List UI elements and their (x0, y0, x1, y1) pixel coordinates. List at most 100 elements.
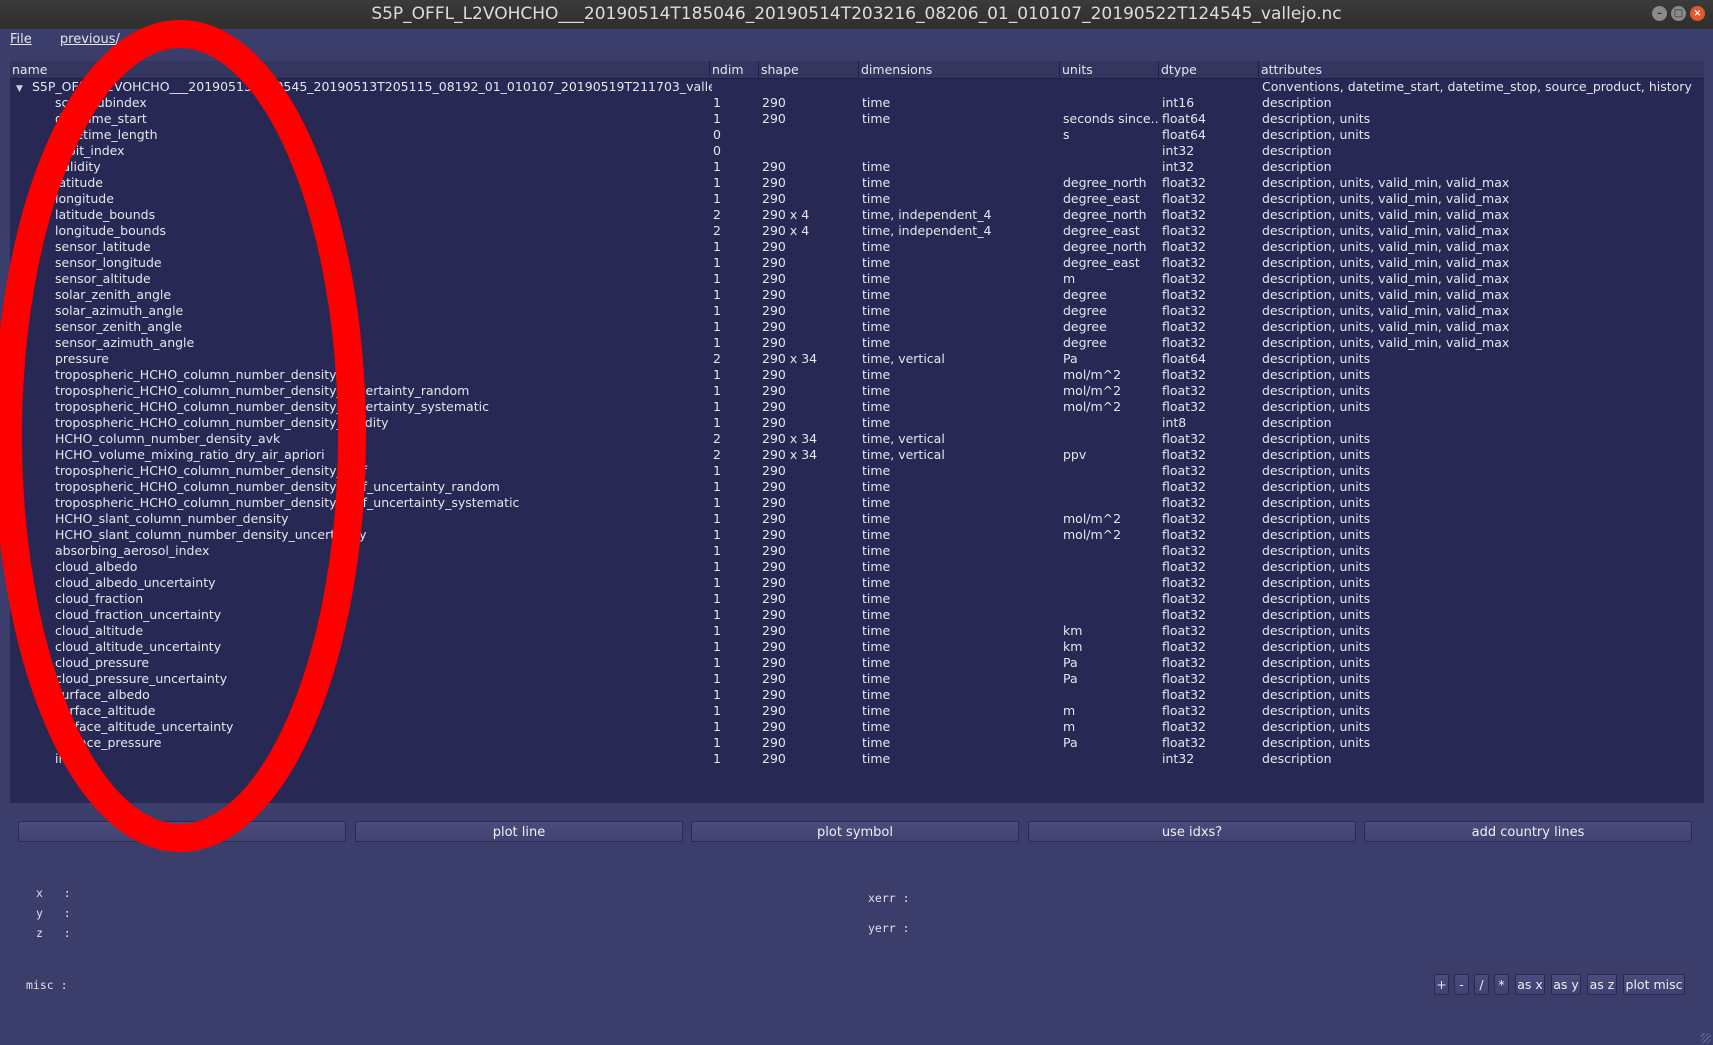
variable-ndim: 1 (713, 95, 721, 110)
table-row[interactable]: longitude 1 290 time degree_east float32 descr… (10, 191, 1704, 207)
variable-attributes: description, units, valid_min, valid_max (1262, 319, 1510, 334)
table-row[interactable]: HCHO_slant_column_number_density 1 290 time… (10, 511, 1704, 527)
variable-dtype: float32 (1162, 191, 1206, 206)
plot-misc-button[interactable]: plot misc (1623, 974, 1685, 995)
use-idxs-button[interactable]: use idxs? (1028, 821, 1356, 842)
table-row[interactable]: surface_pressure 1 290 time Pa float32 descrip… (10, 735, 1704, 751)
variable-dtype: int32 (1162, 751, 1195, 766)
table-row[interactable]: sensor_longitude 1 290 time degree_east float… (10, 255, 1704, 271)
table-row[interactable]: sensor_zenith_angle 1 290 time degree float32… (10, 319, 1704, 335)
as-x-button[interactable]: as x (1515, 974, 1545, 995)
table-row[interactable]: latitude_bounds 2 290 x 4 time, independent… (10, 207, 1704, 223)
table-row[interactable]: cloud_albedo 1 290 time float32 description, … (10, 559, 1704, 575)
resize-grip-icon[interactable] (1701, 1033, 1711, 1043)
header-ndim[interactable]: ndim (710, 61, 759, 78)
header-units[interactable]: units (1060, 61, 1159, 78)
header-attributes[interactable]: attributes (1259, 61, 1704, 78)
table-row[interactable]: tropospheric_HCHO_column_number_density_… (10, 463, 1704, 479)
close-icon[interactable]: × (1690, 6, 1705, 21)
variable-dtype: float32 (1162, 319, 1206, 334)
table-row[interactable]: absorbing_aerosol_index 1 290 time float32 de… (10, 543, 1704, 559)
variable-dimensions: time (862, 751, 891, 766)
table-row[interactable]: cloud_fraction_uncertainty 1 290 time float3… (10, 607, 1704, 623)
variable-tree[interactable]: name ndim shape dimensions units dtype a… (10, 61, 1704, 803)
table-row[interactable]: tropospheric_HCHO_column_number_density 1… (10, 367, 1704, 383)
variable-name: sensor_zenith_angle (55, 319, 183, 334)
maximize-icon[interactable]: □ (1671, 6, 1686, 21)
hold-button[interactable]: hold (18, 821, 346, 842)
table-row[interactable]: sensor_latitude 1 290 time degree_north float… (10, 239, 1704, 255)
variable-shape: 290 x 34 (762, 351, 818, 366)
variable-attributes: description, units (1262, 575, 1371, 590)
variable-attributes: description, units (1262, 511, 1371, 526)
table-row[interactable]: datetime_start 1 290 time seconds since… floa… (10, 111, 1704, 127)
header-dimensions[interactable]: dimensions (859, 61, 1060, 78)
variable-name: tropospheric_HCHO_column_number_density_… (55, 399, 489, 414)
variable-attributes: description, units (1262, 719, 1371, 734)
variable-shape: 290 (762, 95, 786, 110)
table-row[interactable]: tropospheric_HCHO_column_number_density_… (10, 479, 1704, 495)
variable-name: HCHO_slant_column_number_density (55, 511, 289, 526)
table-row[interactable]: latitude 1 290 time degree_north float32 descr… (10, 175, 1704, 191)
table-row[interactable]: surface_albedo 1 290 time float32 description… (10, 687, 1704, 703)
variable-ndim: 1 (713, 239, 721, 254)
table-row[interactable]: tropospheric_HCHO_column_number_density_… (10, 495, 1704, 511)
variable-dimensions: time, vertical (862, 447, 945, 462)
variable-attributes: description, units (1262, 671, 1371, 686)
plus-button[interactable]: + (1434, 974, 1449, 995)
variable-dtype: float32 (1162, 559, 1206, 574)
table-row[interactable]: surface_altitude 1 290 time m float32 descript… (10, 703, 1704, 719)
variable-dtype: float32 (1162, 287, 1206, 302)
table-row[interactable]: sensor_azimuth_angle 1 290 time degree float3… (10, 335, 1704, 351)
plot-line-button[interactable]: plot line (355, 821, 683, 842)
table-row[interactable]: HCHO_column_number_density_avk 2 290 x 34 t… (10, 431, 1704, 447)
variable-attributes: description, units, valid_min, valid_max (1262, 255, 1510, 270)
header-shape[interactable]: shape (759, 61, 859, 78)
variable-attributes: description, units, valid_min, valid_max (1262, 223, 1510, 238)
variable-name: validity (55, 159, 101, 174)
variable-ndim: 1 (713, 511, 721, 526)
table-row[interactable]: cloud_pressure_uncertainty 1 290 time Pa floa… (10, 671, 1704, 687)
table-row[interactable]: tropospheric_HCHO_column_number_density_… (10, 383, 1704, 399)
table-row[interactable]: HCHO_slant_column_number_density_uncerta… (10, 527, 1704, 543)
table-row[interactable]: solar_zenith_angle 1 290 time degree float32 d… (10, 287, 1704, 303)
as-z-button[interactable]: as z (1587, 974, 1617, 995)
table-row[interactable]: cloud_fraction 1 290 time float32 description… (10, 591, 1704, 607)
table-row[interactable]: datetime_length 0 s float64 description, uni… (10, 127, 1704, 143)
table-row[interactable]: pressure 2 290 x 34 time, vertical Pa float64… (10, 351, 1704, 367)
menu-file[interactable]: File (10, 32, 32, 47)
table-row[interactable]: validity 1 290 time int32 description (10, 159, 1704, 175)
variable-attributes: description, units, valid_min, valid_max (1262, 303, 1510, 318)
table-row[interactable]: sensor_altitude 1 290 time m float32 descripti… (10, 271, 1704, 287)
table-row[interactable]: solar_azimuth_angle 1 290 time degree float32… (10, 303, 1704, 319)
menu-previous[interactable]: previous/ (60, 32, 120, 47)
variable-dtype: float32 (1162, 687, 1206, 702)
table-row[interactable]: cloud_albedo_uncertainty 1 290 time float32 d… (10, 575, 1704, 591)
variable-ndim: 1 (713, 383, 721, 398)
variable-ndim: 1 (713, 639, 721, 654)
multiply-button[interactable]: * (1494, 974, 1509, 995)
header-dtype[interactable]: dtype (1159, 61, 1259, 78)
minimize-icon[interactable]: – (1652, 6, 1667, 21)
variable-name: latitude (55, 175, 103, 190)
table-row[interactable]: tropospheric_HCHO_column_number_density_… (10, 415, 1704, 431)
table-row[interactable]: cloud_altitude 1 290 time km float32 descripti… (10, 623, 1704, 639)
table-row[interactable]: index 1 290 time int32 description (10, 751, 1704, 767)
table-row[interactable]: orbit_index 0 int32 description (10, 143, 1704, 159)
header-name[interactable]: name (10, 61, 710, 78)
table-row[interactable]: longitude_bounds 2 290 x 4 time, independen… (10, 223, 1704, 239)
table-row-root[interactable]: ▼ S5P_OFFL_L2VOHCHO___20190513T190545_20… (10, 79, 1704, 95)
table-row[interactable]: scan_subindex 1 290 time int16 description (10, 95, 1704, 111)
plot-symbol-button[interactable]: plot symbol (691, 821, 1019, 842)
divide-button[interactable]: / (1474, 974, 1489, 995)
minus-button[interactable]: - (1454, 974, 1469, 995)
table-row[interactable]: cloud_altitude_uncertainty 1 290 time km floa… (10, 639, 1704, 655)
add-country-lines-button[interactable]: add country lines (1364, 821, 1692, 842)
variable-shape: 290 (762, 511, 786, 526)
variable-dtype: float32 (1162, 239, 1206, 254)
table-row[interactable]: surface_altitude_uncertainty 1 290 time m flo… (10, 719, 1704, 735)
table-row[interactable]: cloud_pressure 1 290 time Pa float32 descripti… (10, 655, 1704, 671)
table-row[interactable]: tropospheric_HCHO_column_number_density_… (10, 399, 1704, 415)
table-row[interactable]: HCHO_volume_mixing_ratio_dry_air_apriori… (10, 447, 1704, 463)
as-y-button[interactable]: as y (1551, 974, 1581, 995)
